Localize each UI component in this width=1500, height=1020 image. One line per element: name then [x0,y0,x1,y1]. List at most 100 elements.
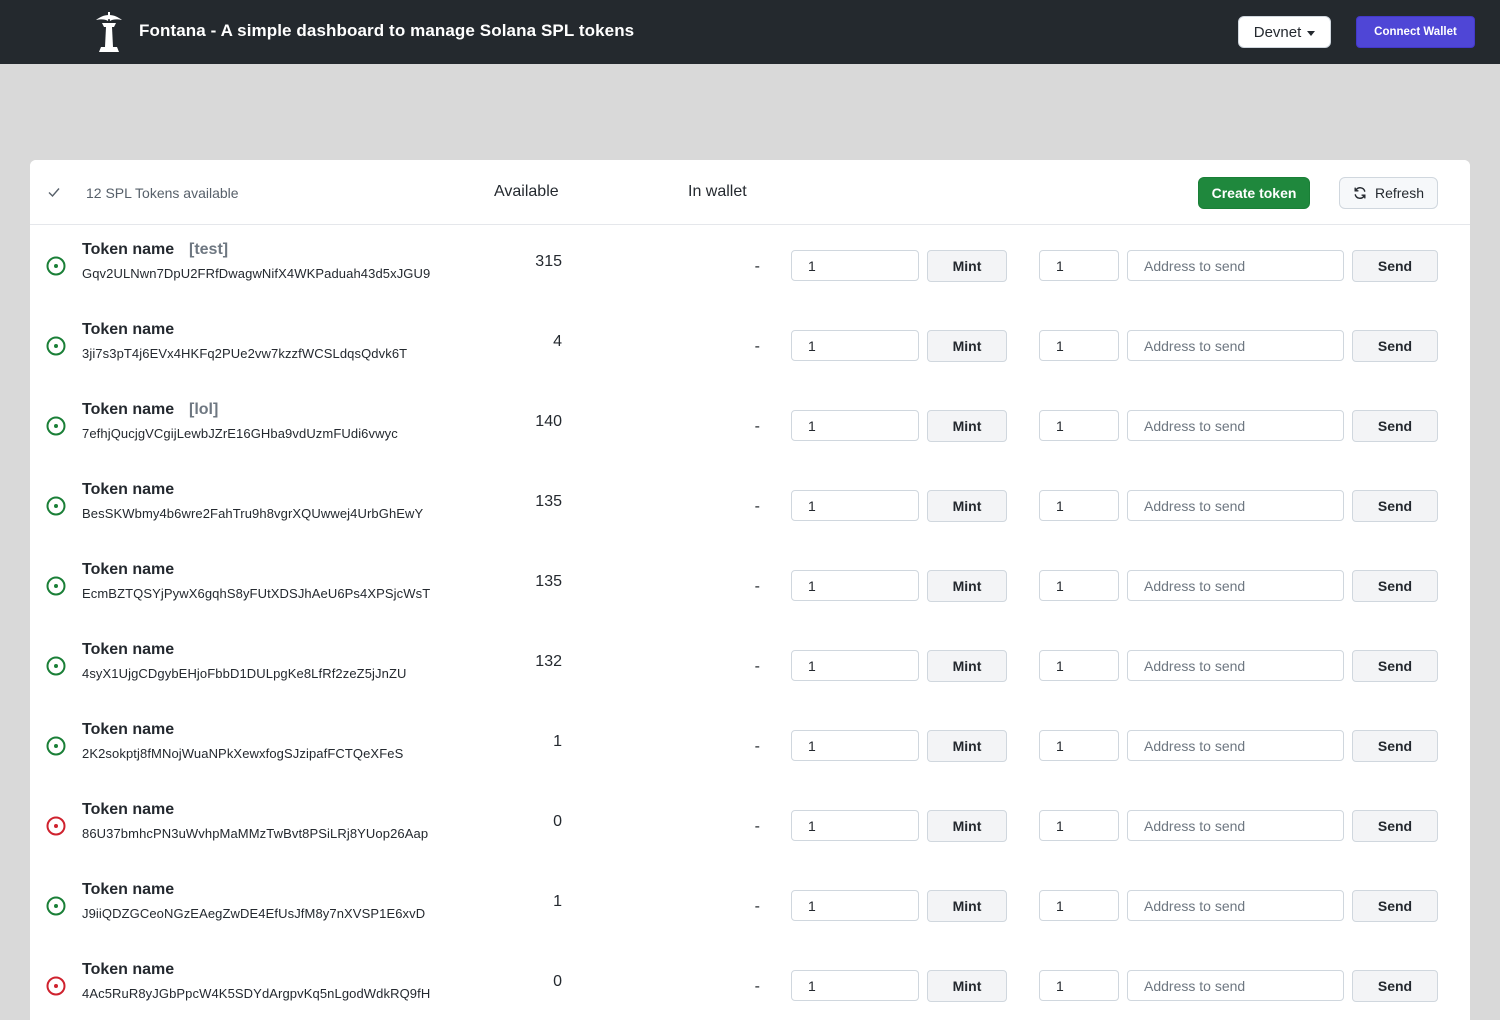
token-in-wallet: - [754,338,760,355]
token-count-label: 12 SPL Tokens available [86,185,239,201]
mint-quantity-input[interactable] [791,410,919,441]
token-available: 1 [553,893,562,910]
send-button[interactable]: Send [1352,570,1438,602]
mint-button[interactable]: Mint [927,490,1007,522]
mint-quantity-input[interactable] [791,810,919,841]
send-address-input[interactable] [1127,410,1344,441]
mint-button[interactable]: Mint [927,330,1007,362]
mint-button[interactable]: Mint [927,730,1007,762]
send-quantity-input[interactable] [1039,970,1119,1001]
mint-quantity-input[interactable] [791,330,919,361]
status-dot-icon [46,496,66,516]
token-name: Token name [82,961,175,978]
token-address: Gqv2ULNwn7DpU2FRfDwagwNifX4WKPaduah43d5x… [82,266,431,281]
token-list: Token name [test] Gqv2ULNwn7DpU2FRfDwagw… [30,225,1470,1020]
fountain-logo-icon[interactable] [92,11,126,53]
token-name: Token name [82,561,175,578]
column-header-available: Available [494,183,559,200]
send-address-input[interactable] [1127,250,1344,281]
send-quantity-input[interactable] [1039,330,1119,361]
mint-quantity-input[interactable] [791,250,919,281]
send-button[interactable]: Send [1352,890,1438,922]
send-button[interactable]: Send [1352,730,1438,762]
token-available: 135 [535,573,562,590]
token-in-wallet: - [754,578,760,595]
send-quantity-input[interactable] [1039,410,1119,441]
send-button[interactable]: Send [1352,490,1438,522]
send-quantity-input[interactable] [1039,570,1119,601]
send-quantity-input[interactable] [1039,650,1119,681]
mint-quantity-input[interactable] [791,570,919,601]
mint-quantity-input[interactable] [791,970,919,1001]
token-address: 4Ac5RuR8yJGbPpcW4K5SDYdArgpvKq5nLgodWdkR… [82,986,431,1001]
connect-wallet-button[interactable]: Connect Wallet [1356,16,1475,48]
send-button[interactable]: Send [1352,810,1438,842]
token-row: Token name 4Ac5RuR8yJGbPpcW4K5SDYdArgpvK… [30,945,1470,1020]
mint-button[interactable]: Mint [927,650,1007,682]
token-name: Token name [82,641,175,658]
send-address-input[interactable] [1127,330,1344,361]
send-address-input[interactable] [1127,650,1344,681]
top-navbar: Fontana - A simple dashboard to manage S… [0,0,1500,64]
send-address-input[interactable] [1127,490,1344,521]
send-button[interactable]: Send [1352,330,1438,362]
send-address-input[interactable] [1127,570,1344,601]
token-available: 135 [535,493,562,510]
token-name: Token name [82,721,175,738]
token-address: J9iiQDZGCeoNGzEAegZwDE4EfUsJfM8y7nXVSP1E… [82,906,426,921]
mint-quantity-input[interactable] [791,890,919,921]
send-address-input[interactable] [1127,890,1344,921]
token-row: Token name [lol] 7efhjQucjgVCgijLewbJZrE… [30,385,1470,465]
token-name: Token name [82,321,175,338]
mint-button[interactable]: Mint [927,890,1007,922]
status-dot-icon [46,896,66,916]
refresh-label: Refresh [1374,185,1425,201]
send-address-input[interactable] [1127,730,1344,761]
tokens-card-header: 12 SPL Tokens available Available In wal… [30,160,1470,225]
token-row: Token name 4syX1UjgCDgybEHjoFbbD1DULpgKe… [30,625,1470,705]
mint-button[interactable]: Mint [927,250,1007,282]
send-button[interactable]: Send [1352,250,1438,282]
token-name: Token name [82,881,175,898]
token-in-wallet: - [754,978,760,995]
token-available: 132 [535,653,562,670]
send-button[interactable]: Send [1352,650,1438,682]
token-name: Token name [82,801,175,818]
send-quantity-input[interactable] [1039,250,1119,281]
create-token-button[interactable]: Create token [1198,177,1310,209]
token-available: 315 [535,253,562,270]
send-address-input[interactable] [1127,810,1344,841]
send-quantity-input[interactable] [1039,810,1119,841]
token-available: 4 [553,333,562,350]
mint-quantity-input[interactable] [791,490,919,521]
token-row: Token name 2K2sokptj8fMNojWuaNPkXewxfogS… [30,705,1470,785]
network-label: Devnet [1253,23,1302,41]
token-row: Token name EcmBZTQSYjPywX6gqhS8yFUtXDSJh… [30,545,1470,625]
token-row: Token name BesSKWbmy4b6wre2FahTru9h8vgrX… [30,465,1470,545]
mint-quantity-input[interactable] [791,730,919,761]
mint-button[interactable]: Mint [927,570,1007,602]
network-dropdown[interactable]: Devnet [1238,16,1331,48]
send-address-input[interactable] [1127,970,1344,1001]
mint-button[interactable]: Mint [927,410,1007,442]
send-button[interactable]: Send [1352,970,1438,1002]
send-button[interactable]: Send [1352,410,1438,442]
token-in-wallet: - [754,818,760,835]
check-icon [48,188,60,198]
token-row: Token name 3ji7s3pT4j6EVx4HKFq2PUe2vw7kz… [30,305,1470,385]
mint-button[interactable]: Mint [927,970,1007,1002]
refresh-button[interactable]: Refresh [1339,177,1438,209]
status-dot-icon [46,416,66,436]
token-address: EcmBZTQSYjPywX6gqhS8yFUtXDSJhAeU6Ps4XPSj… [82,586,431,601]
status-dot-icon [46,656,66,676]
mint-quantity-input[interactable] [791,650,919,681]
send-quantity-input[interactable] [1039,890,1119,921]
mint-button[interactable]: Mint [927,810,1007,842]
send-quantity-input[interactable] [1039,490,1119,521]
column-header-in-wallet: In wallet [688,183,747,200]
status-dot-icon [46,976,66,996]
token-address: 3ji7s3pT4j6EVx4HKFq2PUe2vw7kzzfWCSLdqsQd… [82,346,408,361]
tokens-card: 12 SPL Tokens available Available In wal… [30,160,1470,1020]
token-tag: [lol] [189,401,219,418]
send-quantity-input[interactable] [1039,730,1119,761]
